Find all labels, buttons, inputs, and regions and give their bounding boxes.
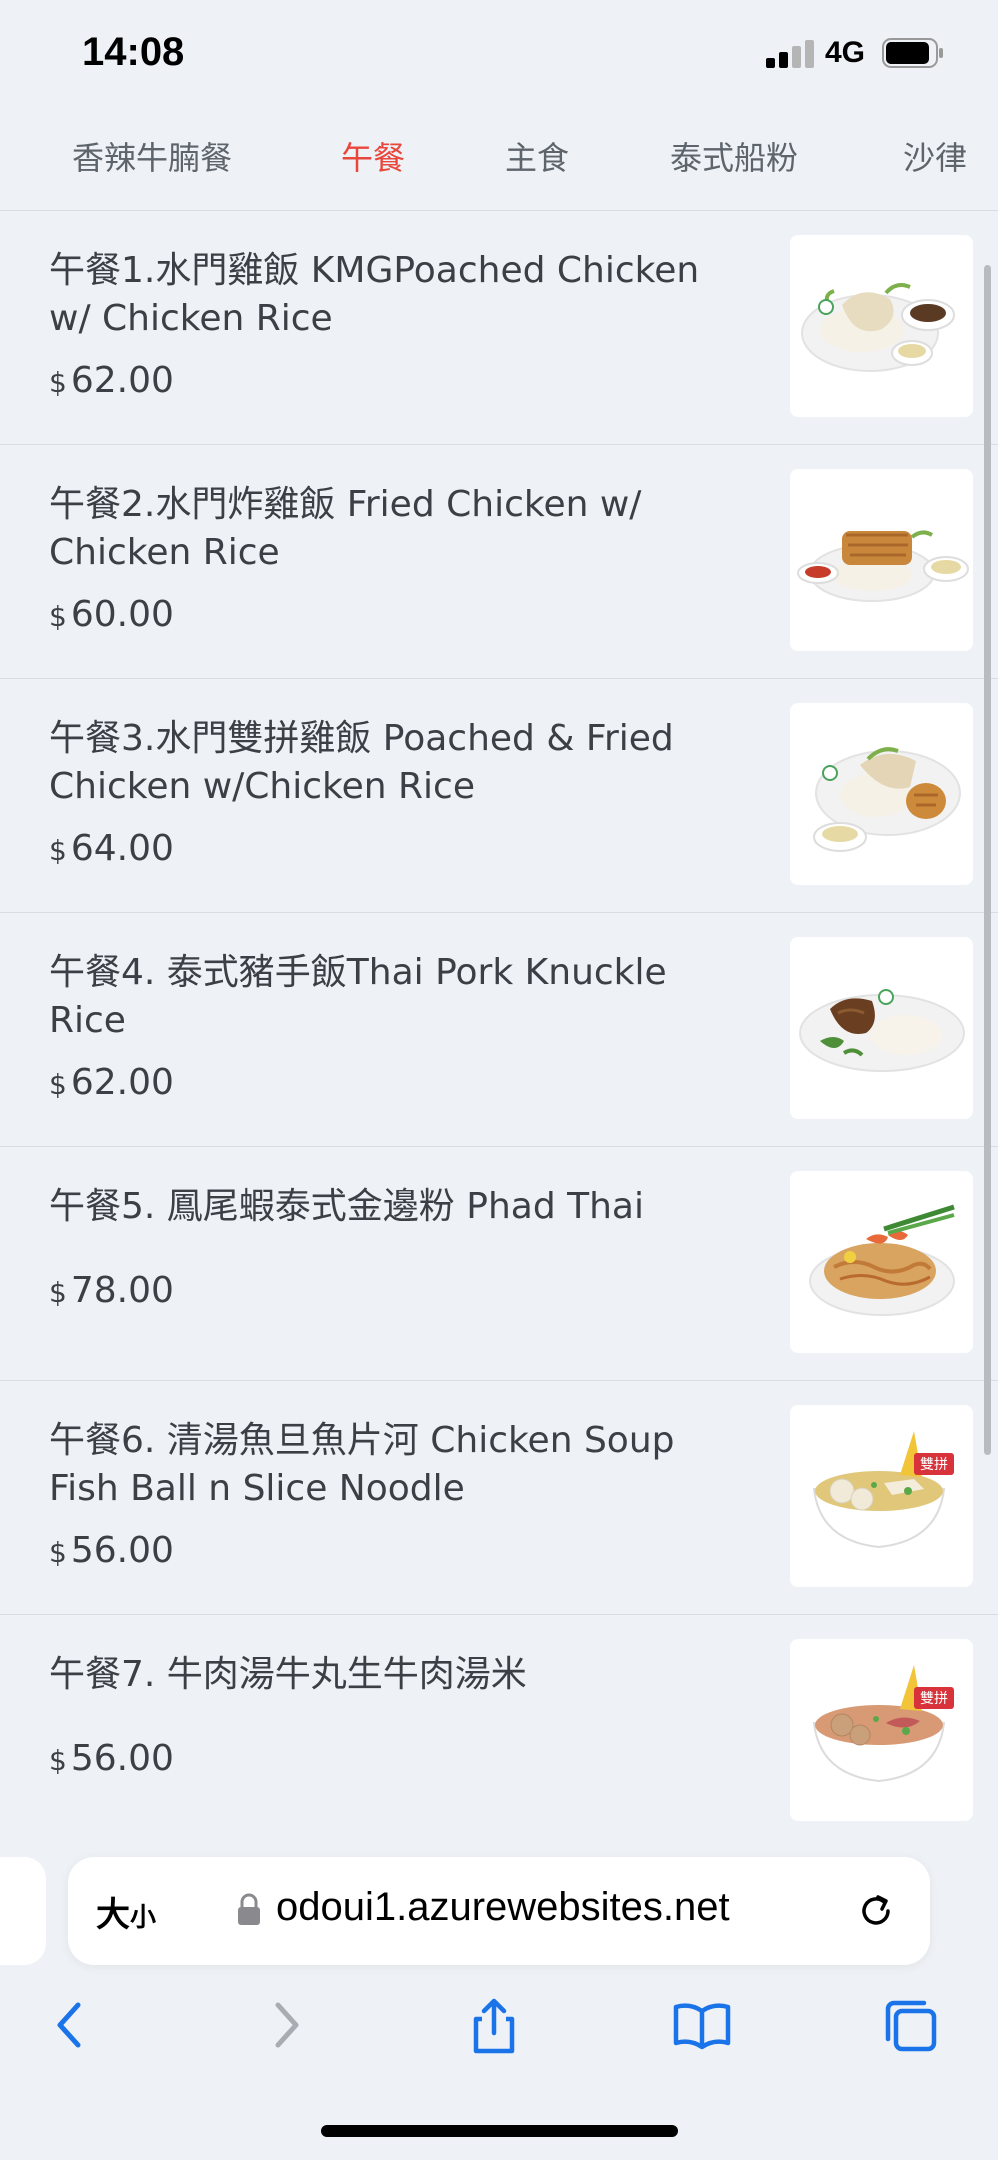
category-tabs: 香辣牛腩餐 午餐 主食 泰式船粉 沙律 (0, 108, 998, 211)
currency-symbol: $ (49, 600, 67, 633)
share-icon[interactable] (464, 1995, 524, 2055)
item-price: $78.00 (49, 1267, 174, 1317)
text-size-button[interactable]: 大小 (96, 1887, 156, 1936)
item-name: 午餐3.水門雙拼雞飯 Poached & Fried Chicken w/Chi… (49, 718, 674, 807)
item-image[interactable]: 雙拼 (790, 1405, 973, 1587)
item-price: $56.00 (49, 1735, 174, 1785)
price-value: 62.00 (70, 1062, 174, 1103)
browser-toolbar: 大小 odoui1.azurewebsites.net (0, 1835, 998, 2160)
item-name: 午餐5. 鳳尾蝦泰式金邊粉 Phad Thai (49, 1186, 644, 1227)
item-price: $62.00 (49, 1059, 174, 1109)
currency-symbol: $ (49, 834, 67, 867)
item-name: 午餐7. 牛肉湯牛丸生牛肉湯米 (49, 1654, 527, 1695)
menu-item[interactable]: 午餐3.水門雙拼雞飯 Poached & Fried Chicken w/Chi… (0, 679, 998, 913)
item-name: 午餐1.水門雞飯 KMGPoached Chicken w/ Chicken R… (49, 250, 700, 339)
tab-thai-boat-noodles[interactable]: 泰式船粉 (670, 128, 798, 188)
currency-symbol: $ (49, 1068, 67, 1101)
price-value: 78.00 (70, 1270, 174, 1311)
tab-lunch[interactable]: 午餐 (341, 128, 405, 188)
item-image[interactable] (790, 1171, 973, 1353)
status-time: 14:08 (82, 30, 185, 74)
signal-icon (766, 40, 814, 68)
tab-spicy-brisket[interactable]: 香辣牛腩餐 (72, 128, 232, 188)
forward-icon[interactable] (256, 1995, 316, 2055)
url-text[interactable]: odoui1.azurewebsites.net (276, 1885, 730, 1930)
item-name: 午餐6. 清湯魚旦魚片河 Chicken Soup Fish Ball n Sl… (49, 1420, 675, 1509)
item-price: $62.00 (49, 357, 174, 407)
item-price: $60.00 (49, 591, 174, 641)
bookmarks-icon[interactable] (672, 1995, 732, 2055)
item-image[interactable] (790, 235, 973, 417)
previous-tab-card[interactable] (0, 1857, 46, 1965)
currency-symbol: $ (49, 1744, 67, 1777)
combo-badge: 雙拼 (920, 1457, 948, 1473)
menu-item[interactable]: 午餐4. 泰式豬手飯Thai Pork Knuckle Rice $62.00 (0, 913, 998, 1147)
currency-symbol: $ (49, 1276, 67, 1309)
price-value: 60.00 (70, 594, 174, 635)
tab-salad[interactable]: 沙律 (903, 128, 967, 188)
currency-symbol: $ (49, 1536, 67, 1569)
scrollbar[interactable] (984, 265, 991, 1455)
menu-item[interactable]: 午餐1.水門雞飯 KMGPoached Chicken w/ Chicken R… (0, 211, 998, 445)
currency-symbol: $ (49, 366, 67, 399)
address-bar[interactable]: 大小 odoui1.azurewebsites.net (68, 1857, 930, 1965)
item-image[interactable] (790, 469, 973, 651)
item-price: $56.00 (49, 1527, 174, 1577)
text-size-small: 小 (130, 1903, 157, 1933)
network-label: 4G (825, 36, 866, 69)
item-image[interactable] (790, 937, 973, 1119)
combo-badge: 雙拼 (920, 1691, 948, 1707)
item-price: $64.00 (49, 825, 174, 875)
status-bar: 14:08 4G (0, 0, 998, 108)
reload-icon[interactable] (854, 1889, 898, 1933)
item-name: 午餐2.水門炸雞飯 Fried Chicken w/ Chicken Rice (49, 484, 642, 573)
back-icon[interactable] (40, 1995, 100, 2055)
price-value: 62.00 (70, 360, 174, 401)
item-name: 午餐4. 泰式豬手飯Thai Pork Knuckle Rice (49, 952, 667, 1041)
lock-icon (238, 1893, 260, 1925)
home-indicator (321, 2125, 678, 2137)
text-size-large: 大 (96, 1895, 130, 1935)
item-image[interactable]: 雙拼 (790, 1639, 973, 1821)
price-value: 64.00 (70, 828, 174, 869)
menu-item[interactable]: 午餐5. 鳳尾蝦泰式金邊粉 Phad Thai $78.00 (0, 1147, 998, 1381)
price-value: 56.00 (70, 1530, 174, 1571)
menu-item[interactable]: 午餐7. 牛肉湯牛丸生牛肉湯米 $56.00 雙拼 (0, 1615, 998, 1849)
item-image[interactable] (790, 703, 973, 885)
tab-staples[interactable]: 主食 (505, 128, 569, 188)
price-value: 56.00 (70, 1738, 174, 1779)
battery-icon (882, 38, 943, 68)
menu-item[interactable]: 午餐2.水門炸雞飯 Fried Chicken w/ Chicken Rice … (0, 445, 998, 679)
menu-item[interactable]: 午餐6. 清湯魚旦魚片河 Chicken Soup Fish Ball n Sl… (0, 1381, 998, 1615)
tabs-icon[interactable] (880, 1995, 940, 2055)
menu-list: 午餐1.水門雞飯 KMGPoached Chicken w/ Chicken R… (0, 211, 998, 1849)
